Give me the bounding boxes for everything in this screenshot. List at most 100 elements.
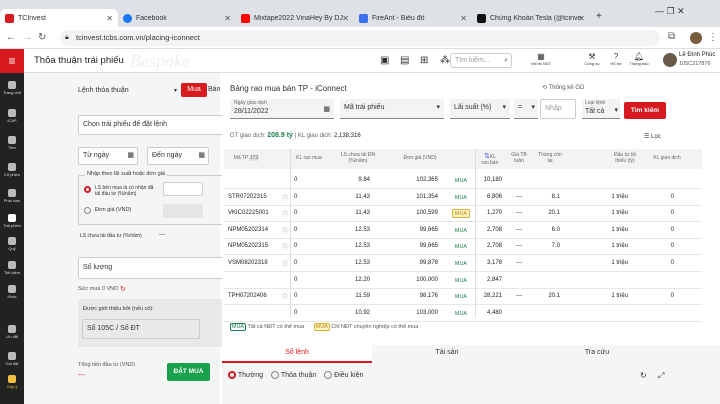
bond-select-input[interactable]: Chọn trái phiếu để đặt lệnh xyxy=(78,115,234,135)
close-tab-icon[interactable]: ✕ xyxy=(578,14,585,23)
close-tab-icon[interactable]: ✕ xyxy=(224,14,231,23)
refresh-orders-icon[interactable]: ↻ xyxy=(640,371,647,380)
refresh-icon[interactable]: ↻ xyxy=(120,285,126,293)
tab-assets[interactable]: Tài sản xyxy=(372,345,522,363)
nav-item-savings[interactable]: Tiết kiệm xyxy=(0,261,24,275)
network-icon[interactable]: ⁂ xyxy=(440,55,450,66)
buy-tag[interactable]: MUA xyxy=(452,292,470,302)
table-row[interactable]: 0 9.84 102,365 MUA 10,180 xyxy=(224,173,702,189)
buy-tag[interactable]: MUA xyxy=(452,308,470,318)
column-header-sell-qty[interactable]: ⇅KL rao bán xyxy=(480,152,500,166)
radio-normal[interactable] xyxy=(228,371,236,379)
nav-item-stocks[interactable]: Cổ phiếu xyxy=(0,163,24,177)
buy-tag[interactable]: MUA xyxy=(452,225,470,235)
filter-button[interactable]: ☰ Lọc xyxy=(644,133,661,140)
browser-tab-tcinvest[interactable]: TCInvest ✕ xyxy=(0,9,118,27)
new-tab-button[interactable]: + xyxy=(596,11,602,22)
nav-item-feedback[interactable]: Góp ý xyxy=(0,375,24,389)
bond-icon[interactable]: ▤ xyxy=(400,55,409,66)
reload-icon[interactable]: ↻ xyxy=(38,32,46,43)
value-input[interactable]: Nhập xyxy=(540,99,576,119)
column-header-trade-qty[interactable]: KL giao dịch xyxy=(642,155,692,161)
info-icon[interactable]: ⓘ xyxy=(282,259,288,268)
search-button[interactable]: Tìm kiếm xyxy=(624,102,666,119)
header-search-input[interactable]: Tìm kiếm... ⌕ xyxy=(450,53,512,68)
nav-item-cash[interactable]: Tiền xyxy=(0,136,24,150)
browser-tab-fireant[interactable]: FireAnt - Biểu đồ ✕ xyxy=(354,9,472,27)
column-header-avg-price[interactable]: Giá TB luân xyxy=(507,152,531,164)
order-mode-select[interactable]: Lệnh thỏa thuận xyxy=(78,87,129,94)
from-date-input[interactable]: Từ ngày ▦ xyxy=(78,147,138,165)
notification-button[interactable]: 🔔︎ Thông báo xyxy=(628,52,650,66)
window-controls[interactable]: — ❐ ✕ xyxy=(655,6,685,17)
browser-menu-icon[interactable]: ⋮ xyxy=(708,32,718,43)
info-icon[interactable]: ⓘ xyxy=(282,292,288,301)
trade-date-input[interactable]: Ngày giao dịch 28/11/2022 ▦ xyxy=(230,99,334,119)
referral-input[interactable]: Số 105C / Số ĐT xyxy=(82,319,200,339)
buy-tag[interactable]: MUA xyxy=(452,209,470,219)
table-row[interactable]: STR07202315 0 11.43 101,354 MUA 6,806 --- 8.1 1 … xyxy=(224,190,702,206)
table-row[interactable]: VKIC02225001 0 11.43 100,599 MUA 1,270 --- 20.1… xyxy=(224,206,702,223)
buy-tag[interactable]: MUA xyxy=(452,242,470,252)
info-icon[interactable]: ⓘ xyxy=(282,193,288,202)
chart-icon[interactable]: ⊞ xyxy=(420,55,428,66)
nav-item-funds[interactable]: Quỹ xyxy=(0,237,24,251)
buy-tag[interactable]: MUA xyxy=(452,275,470,285)
browser-tab-tiktok[interactable]: Chứng Khoán Tesla (@tcinvest ✕ xyxy=(472,9,590,27)
operator-select[interactable]: = ▾ xyxy=(514,99,538,119)
nav-item-settings[interactable]: Cài đặt xyxy=(0,352,24,366)
bag-icon[interactable]: ▣ xyxy=(380,55,389,66)
table-row[interactable]: TPH07202406 0 11.59 98,176 MUA 28,221 --- 20.1 1… xyxy=(224,289,702,306)
quantity-input[interactable]: Số lượng xyxy=(78,257,234,279)
user-avatar[interactable] xyxy=(663,53,677,67)
column-header-min-invest[interactable]: Đầu tư tối thiểu (tỷ) xyxy=(608,152,642,164)
nav-item-bonds[interactable]: Trái phiếu xyxy=(0,214,24,228)
tab-lookup[interactable]: Tra cứu xyxy=(522,345,672,363)
tab-orders[interactable]: Sổ lệnh xyxy=(222,345,372,363)
radio-price[interactable] xyxy=(84,207,91,214)
tools-button[interactable]: ⚒ Công cụ xyxy=(581,52,603,66)
close-tab-icon[interactable]: ✕ xyxy=(460,14,467,23)
to-date-input[interactable]: Đến ngày ▦ xyxy=(147,147,209,165)
submit-buy-button[interactable]: ĐẶT MUA xyxy=(167,363,210,381)
radio-conditional[interactable] xyxy=(324,371,333,379)
news-button[interactable]: ▦ Vài tin NDT xyxy=(530,52,552,66)
order-type-select[interactable]: Loại lệnh Tất cả ▾ xyxy=(582,99,620,119)
sell-tab[interactable]: Bán xyxy=(208,83,220,97)
bond-code-select[interactable]: Mã trái phiếu ▾ xyxy=(340,99,444,119)
browser-tab-facebook[interactable]: Facebook ✕ xyxy=(118,9,236,27)
nav-item-derivatives[interactable]: Phái sinh xyxy=(0,189,24,203)
close-tab-icon[interactable]: ✕ xyxy=(106,14,113,23)
info-icon[interactable]: ⓘ xyxy=(282,242,288,251)
extensions-icon[interactable]: ⧉ xyxy=(668,31,675,42)
support-button[interactable]: ? Hỗ trợ xyxy=(605,52,627,66)
column-header-price[interactable]: Đơn giá (VND) xyxy=(400,155,440,161)
nav-item-icap[interactable]: iCAP xyxy=(0,109,24,123)
info-icon[interactable]: ⓘ xyxy=(282,209,288,218)
rate-input[interactable] xyxy=(163,182,203,196)
table-row[interactable]: NPM05202314 0 12.53 99,665 MUA 2,708 --- 6.0 1 t… xyxy=(224,223,702,239)
table-row[interactable]: 0 10.92 103,000 MUA 4,480 xyxy=(224,306,702,322)
radio-negotiated[interactable] xyxy=(271,371,280,379)
history-link[interactable]: ⟲ Thông kê GD xyxy=(542,84,584,91)
url-field[interactable]: 🔒︎ tcinvest.tcbs.com.vn/placing-iconnect xyxy=(60,30,660,46)
expand-icon[interactable]: ⤢ xyxy=(658,371,664,381)
nav-item-other[interactable]: Khác xyxy=(0,285,24,299)
radio-rate[interactable] xyxy=(84,186,91,193)
close-tab-icon[interactable]: ✕ xyxy=(342,14,349,23)
table-row[interactable]: NPM05202315 0 12.53 99,665 MUA 2,708 --- 7.0 1 t… xyxy=(224,239,702,256)
buy-tag[interactable]: MUA xyxy=(452,176,470,185)
buy-tag[interactable]: MUA xyxy=(452,259,470,268)
column-header-rate[interactable]: LS chưa tái ĐN (%/năm) xyxy=(334,152,382,164)
forward-icon[interactable]: → xyxy=(22,32,32,43)
buy-tag[interactable]: MUA xyxy=(452,192,470,202)
buy-tab[interactable]: Mua xyxy=(181,83,207,97)
rate-select[interactable]: Lãi suất (%) ▾ xyxy=(450,99,510,119)
info-icon[interactable]: ⓘ xyxy=(282,226,288,235)
column-header-months-left[interactable]: Tháng còn lại xyxy=(538,152,562,164)
profile-avatar[interactable] xyxy=(690,32,702,44)
nav-item-offers[interactable]: Ưu đãi xyxy=(0,325,24,339)
hamburger-menu-icon[interactable]: ≡ xyxy=(0,49,24,73)
price-input-disabled[interactable] xyxy=(163,204,203,218)
back-icon[interactable]: ← xyxy=(6,32,16,43)
